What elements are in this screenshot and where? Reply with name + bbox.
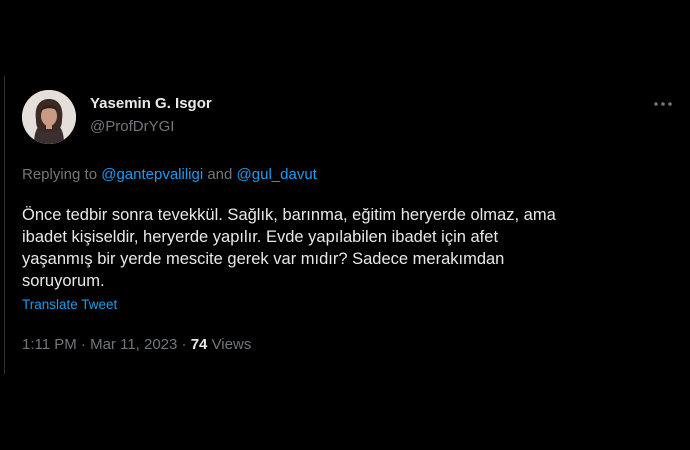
meta-separator: · [76,336,91,353]
avatar[interactable] [22,90,76,144]
tweet-date[interactable]: Mar 11, 2023 [90,336,177,353]
mention-link-gantepvaliligi[interactable]: @gantepvaliligi [101,166,203,183]
meta-separator: · [177,336,191,353]
tweet-text-line: Önce tedbir sonra tevekkül. Sağlık, barı… [22,206,556,224]
translate-tweet-link[interactable]: Translate Tweet [22,296,117,314]
mention-link-gul-davut[interactable]: @gul_davut [237,166,317,183]
tweet-detail-page: Yasemin G. Isgor @ProfDrYGI Replying to … [0,0,690,450]
tweet-text: Önce tedbir sonra tevekkül. Sağlık, barı… [22,204,672,292]
reply-prefix: Replying to [22,166,102,183]
tweet-text-line: yaşanmış bir yerde mescite gerek var mıd… [22,250,505,268]
tweet-metadata: 1:11 PM · Mar 11, 2023 · 74 Views [22,335,251,355]
reply-context: Replying to @gantepvaliligi and @gul_dav… [22,165,317,185]
author-handle[interactable]: @ProfDrYGI [90,117,174,137]
views-count: 74 [190,336,208,353]
more-horizontal-icon [654,102,672,106]
author-display-name[interactable]: Yasemin G. Isgor [90,94,212,114]
timeline-border [4,76,5,374]
avatar-image [22,90,76,144]
tweet-time[interactable]: 1:11 PM [22,336,77,353]
more-options-button[interactable] [650,94,676,114]
tweet-text-line: soruyorum. [22,272,105,290]
views-label: Views [207,336,252,353]
tweet-text-line: ibadet kişiseldir, heryerde yapılır. Evd… [22,228,499,246]
reply-joiner: and [203,166,237,183]
